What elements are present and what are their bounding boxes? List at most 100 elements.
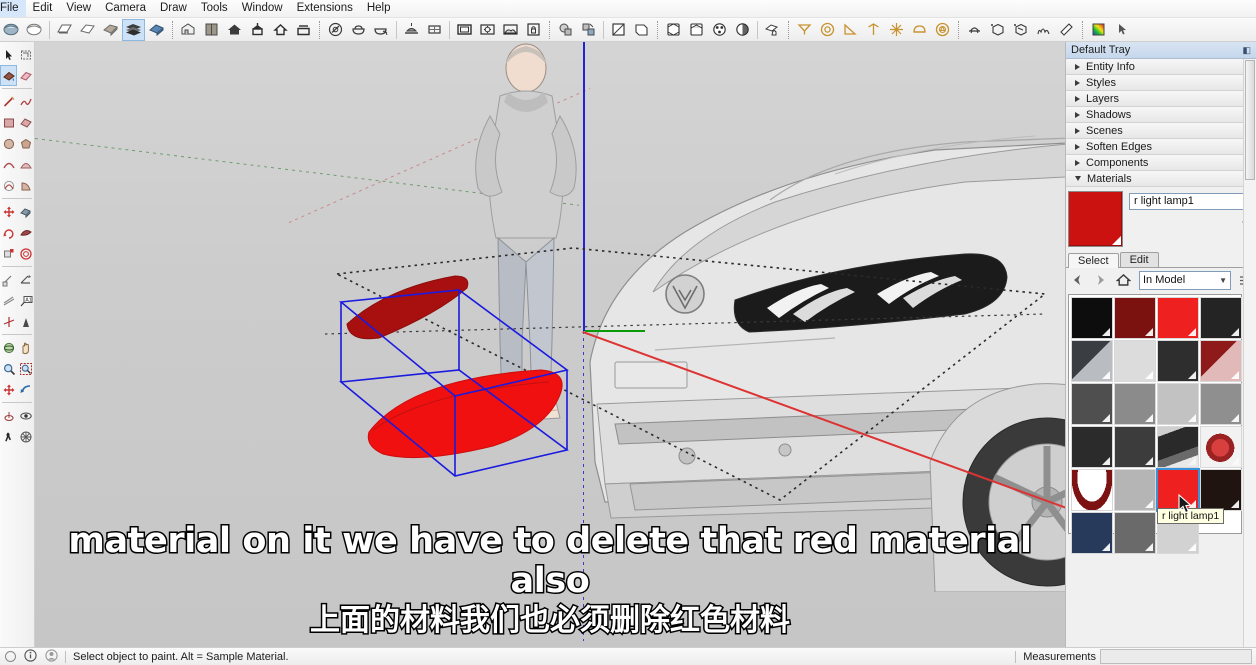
axes-view-icon[interactable]: [708, 19, 731, 41]
3point-arc-icon[interactable]: [17, 175, 34, 196]
sandbox-icon[interactable]: [324, 19, 347, 41]
freehand-icon[interactable]: [17, 91, 34, 112]
teapot-icon[interactable]: [347, 19, 370, 41]
selected-group[interactable]: [305, 232, 605, 522]
help-circle-icon[interactable]: [5, 651, 16, 662]
swatch-dark-grey-2[interactable]: [1071, 426, 1113, 468]
panel-materials[interactable]: Materials: [1066, 171, 1256, 187]
new-document-icon[interactable]: [0, 19, 23, 41]
circle-icon[interactable]: [0, 133, 17, 154]
current-material-swatch[interactable]: [1068, 191, 1123, 247]
swatch-photo-taillight[interactable]: [1200, 426, 1242, 468]
tape-icon[interactable]: [1055, 19, 1078, 41]
orbit-hand-icon[interactable]: [761, 19, 784, 41]
make-component-icon[interactable]: [17, 44, 34, 65]
solid-intersect-icon[interactable]: [1009, 19, 1032, 41]
dimension-icon[interactable]: [0, 290, 17, 311]
circle-target-icon[interactable]: [816, 19, 839, 41]
axes-tool-icon[interactable]: [0, 311, 17, 332]
home-icon[interactable]: [223, 19, 246, 41]
terrain-grid-icon[interactable]: [423, 19, 446, 41]
advanced-camera-icon[interactable]: [963, 19, 986, 41]
menu-extensions[interactable]: Extensions: [290, 0, 360, 17]
swatch-silver[interactable]: [1114, 469, 1156, 511]
terrain-from-contours-icon[interactable]: [400, 19, 423, 41]
panel-scenes[interactable]: Scenes: [1066, 123, 1256, 139]
panel-soften-edges[interactable]: Soften Edges: [1066, 139, 1256, 155]
2point-arc-icon[interactable]: [0, 175, 17, 196]
tab-edit[interactable]: Edit: [1119, 252, 1159, 267]
tab-select[interactable]: Select: [1068, 253, 1119, 268]
panel-layers[interactable]: Layers: [1066, 91, 1256, 107]
pie-icon[interactable]: [17, 154, 34, 175]
scale-icon[interactable]: [0, 243, 17, 264]
explode-icon[interactable]: [885, 19, 908, 41]
menu-camera[interactable]: Camera: [98, 0, 153, 17]
solid-tools-union-icon[interactable]: [554, 19, 577, 41]
print-icon[interactable]: [53, 19, 76, 41]
protractor-icon[interactable]: [17, 269, 34, 290]
book-icon[interactable]: [200, 19, 223, 41]
pin-icon[interactable]: ◧: [1242, 45, 1251, 56]
warehouse-home-icon[interactable]: [269, 19, 292, 41]
swatch-near-black[interactable]: [1200, 297, 1242, 339]
swatch-mid-grey-1[interactable]: [1114, 383, 1156, 425]
rectangle-icon[interactable]: [0, 112, 17, 133]
push-pull-icon[interactable]: [99, 19, 122, 41]
home-icon[interactable]: [1114, 271, 1133, 290]
panel-components[interactable]: Components: [1066, 155, 1256, 171]
fog-icon[interactable]: [1032, 19, 1055, 41]
swatch-photo-lamp[interactable]: [1157, 426, 1199, 468]
tray-scrollbar[interactable]: [1243, 59, 1256, 647]
move-icon[interactable]: [0, 201, 17, 222]
axes-icon[interactable]: [862, 19, 885, 41]
lock-icon[interactable]: [522, 19, 545, 41]
paint-bucket-icon[interactable]: [145, 19, 168, 41]
target-icon[interactable]: [931, 19, 954, 41]
pan-hand-icon[interactable]: [17, 337, 34, 358]
panel-shadows[interactable]: Shadows: [1066, 107, 1256, 123]
panel-styles[interactable]: Styles: [1066, 75, 1256, 91]
arrow-back-icon[interactable]: [1068, 271, 1087, 290]
follow-me-icon[interactable]: [793, 19, 816, 41]
polygon-icon[interactable]: [17, 133, 34, 154]
zoom-icon[interactable]: [0, 358, 17, 379]
material-library-select[interactable]: In Model ▼: [1139, 270, 1231, 290]
zoom-extents-icon[interactable]: [0, 379, 17, 400]
pointer-icon[interactable]: [1110, 19, 1133, 41]
swatch-dark-brown[interactable]: [1200, 469, 1242, 511]
rotate-icon[interactable]: [0, 222, 17, 243]
solid-add-icon[interactable]: [986, 19, 1009, 41]
line-icon[interactable]: [0, 91, 17, 112]
swatch-grey-split[interactable]: [1071, 340, 1113, 382]
swatch-mid-grey-2[interactable]: [1200, 383, 1242, 425]
eraser-pink-icon[interactable]: [17, 65, 34, 86]
account-circle-icon[interactable]: [45, 648, 58, 665]
push-pull-icon[interactable]: [17, 201, 34, 222]
measurements-input[interactable]: [1100, 649, 1252, 664]
section-plane-icon[interactable]: [17, 426, 34, 447]
dome-icon[interactable]: [908, 19, 931, 41]
section-plane-icon[interactable]: [607, 19, 630, 41]
menu-tools[interactable]: Tools: [194, 0, 235, 17]
orbit-icon[interactable]: [0, 337, 17, 358]
open-document-icon[interactable]: [23, 19, 46, 41]
swatch-black[interactable]: [1071, 297, 1113, 339]
select-arrow-icon[interactable]: [0, 44, 17, 65]
swatch-dark-grey-1[interactable]: [1071, 383, 1113, 425]
swatch-light-grey[interactable]: [1114, 340, 1156, 382]
swatch-charcoal[interactable]: [1157, 340, 1199, 382]
tray-title-bar[interactable]: Default Tray ◧: [1066, 42, 1256, 59]
position-camera-icon[interactable]: [0, 405, 17, 426]
menu-edit[interactable]: Edit: [26, 0, 60, 17]
offset-icon[interactable]: [17, 243, 34, 264]
menu-window[interactable]: Window: [235, 0, 290, 17]
previous-view-icon[interactable]: [17, 379, 34, 400]
menu-help[interactable]: Help: [360, 0, 398, 17]
menu-view[interactable]: View: [59, 0, 98, 17]
teapot-hand-icon[interactable]: [370, 19, 393, 41]
layers-stack-icon[interactable]: [122, 18, 145, 41]
look-around-icon[interactable]: [17, 405, 34, 426]
3d-text-icon[interactable]: [17, 311, 34, 332]
house-model-icon[interactable]: [177, 19, 200, 41]
